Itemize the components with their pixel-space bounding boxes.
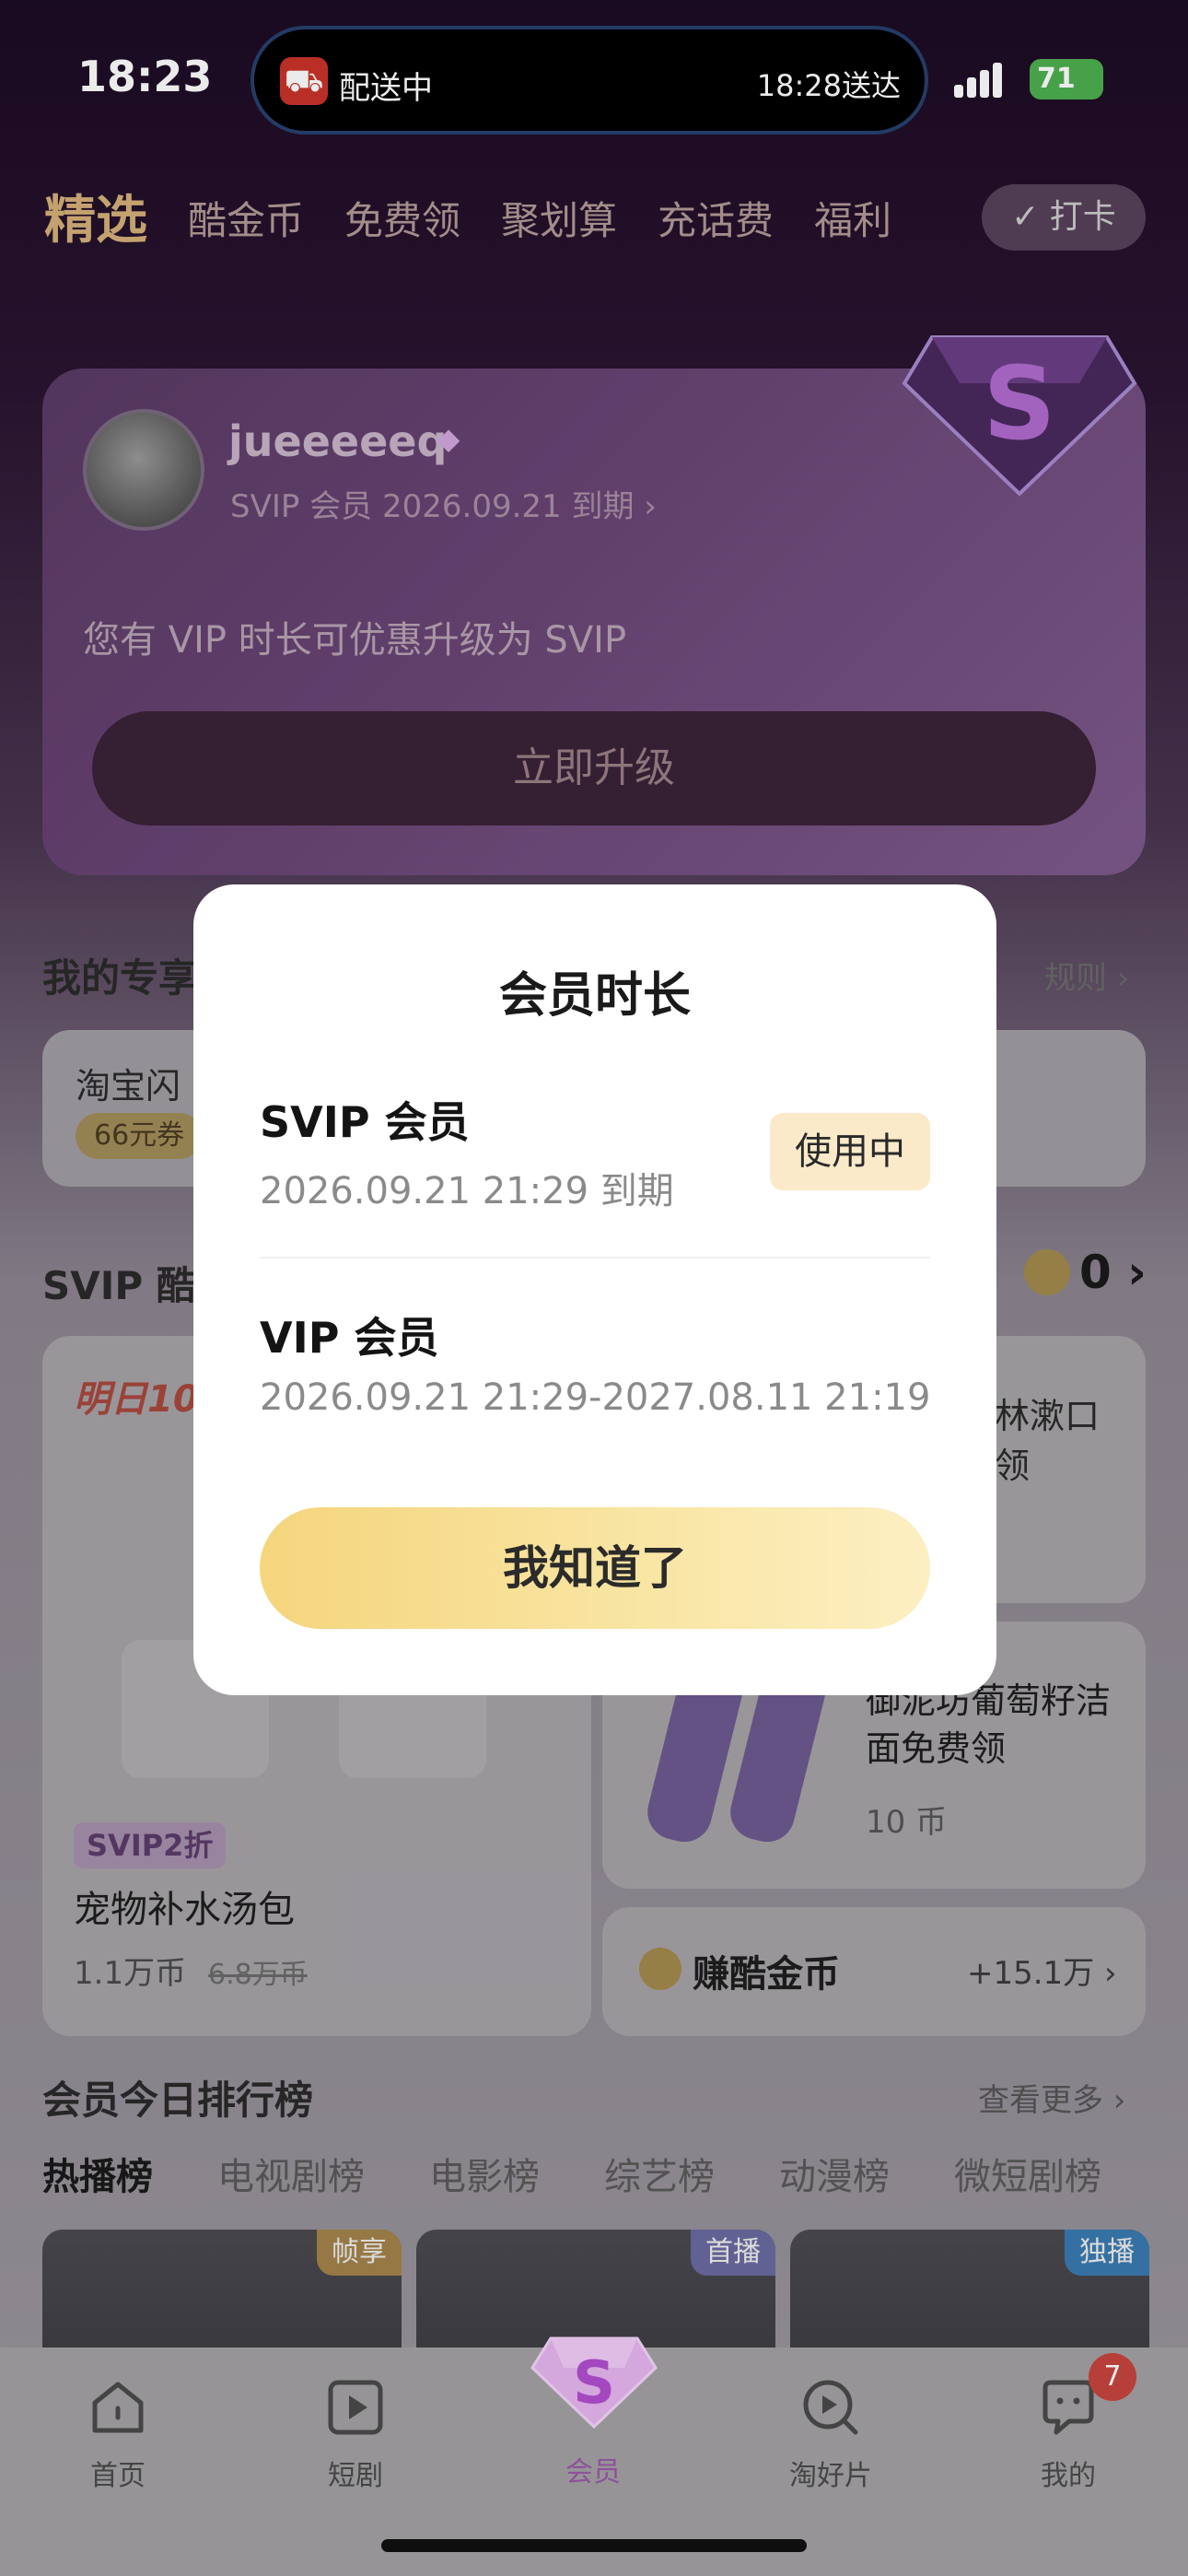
svip-membership-name: SVIP 会员	[260, 1097, 470, 1147]
dialog-title: 会员时长	[498, 968, 691, 1024]
svip-membership-date: 2026.09.21 21:29 到期	[260, 1170, 674, 1212]
got-it-button[interactable]: 我知道了	[260, 1507, 930, 1629]
vip-membership-date: 2026.09.21 21:29-2027.08.11 21:19	[260, 1376, 931, 1419]
app-screen: 18:23 ⛟ 配送中 18:28送达 71 精选 酷金币 免费领 聚划算 充话…	[0, 0, 1188, 2576]
in-use-badge: 使用中	[770, 1113, 930, 1190]
membership-duration-dialog: 会员时长 SVIP 会员 2026.09.21 21:29 到期 使用中 VIP…	[193, 884, 996, 1695]
vip-membership-name: VIP 会员	[260, 1313, 439, 1363]
divider	[260, 1257, 930, 1259]
